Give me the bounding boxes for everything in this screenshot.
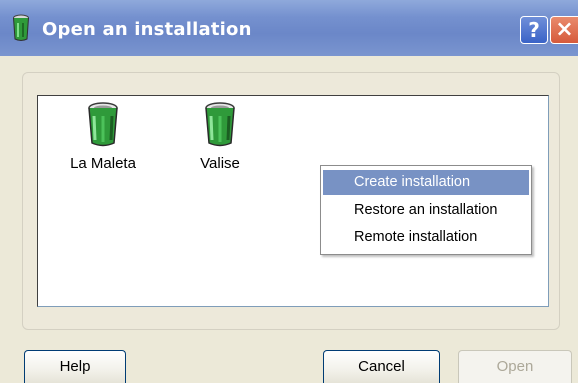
title-bar[interactable]: Open an installation ? × — [0, 0, 578, 56]
item-label: Valise — [200, 155, 240, 172]
recycle-bin-icon — [205, 102, 235, 147]
recycle-bin-icon — [13, 14, 29, 41]
item-label: La Maleta — [70, 155, 136, 172]
help-title-button[interactable]: ? — [520, 16, 548, 44]
window-title: Open an installation — [42, 19, 252, 40]
cancel-button[interactable]: Cancel — [323, 350, 440, 383]
open-button[interactable]: Open — [458, 350, 572, 383]
context-menu: Create installation Restore an installat… — [320, 165, 532, 255]
menu-item-remote-installation[interactable]: Remote installation — [323, 225, 529, 250]
menu-item-restore-installation[interactable]: Restore an installation — [323, 198, 529, 223]
open-installation-dialog: Open an installation ? × La Maleta Valis… — [0, 0, 578, 383]
list-item[interactable]: La Maleta — [48, 102, 158, 172]
list-item[interactable]: Valise — [165, 102, 275, 172]
menu-item-create-installation[interactable]: Create installation — [323, 170, 529, 195]
close-button[interactable]: × — [550, 16, 578, 44]
recycle-bin-icon — [88, 102, 118, 147]
help-button[interactable]: Help — [24, 350, 126, 383]
